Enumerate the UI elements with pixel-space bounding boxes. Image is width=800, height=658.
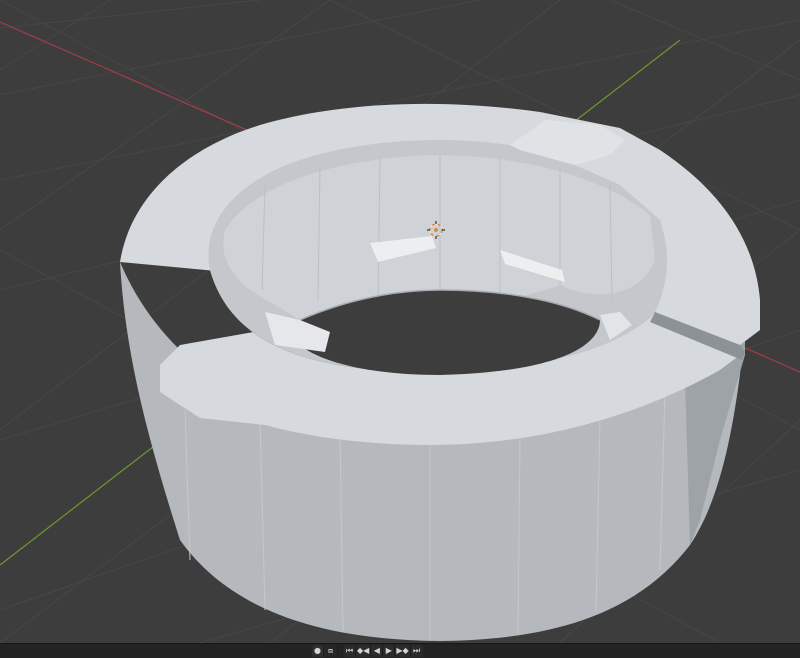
ring-mesh[interactable] [120, 103, 760, 641]
next-keyframe-icon[interactable]: ▶◆ [395, 645, 411, 657]
record-icon[interactable]: ● [312, 645, 324, 657]
play-reverse-icon[interactable]: ◀ [371, 645, 384, 657]
previous-keyframe-icon[interactable]: ◆◀ [356, 645, 372, 657]
timeline-header: ● ⧈ ⏮ ◆◀ ◀ ▶ ▶◆ ⏭ [0, 643, 800, 658]
keyframe-icon[interactable]: ⧈ [324, 645, 338, 657]
jump-to-start-icon[interactable]: ⏮ [344, 645, 356, 657]
viewport-canvas[interactable] [0, 0, 800, 643]
jump-to-end-icon[interactable]: ⏭ [410, 645, 423, 657]
play-icon[interactable]: ▶ [383, 645, 396, 657]
playback-controls: ● ⧈ ⏮ ◆◀ ◀ ▶ ▶◆ ⏭ [312, 645, 423, 657]
3d-viewport[interactable] [0, 0, 800, 643]
